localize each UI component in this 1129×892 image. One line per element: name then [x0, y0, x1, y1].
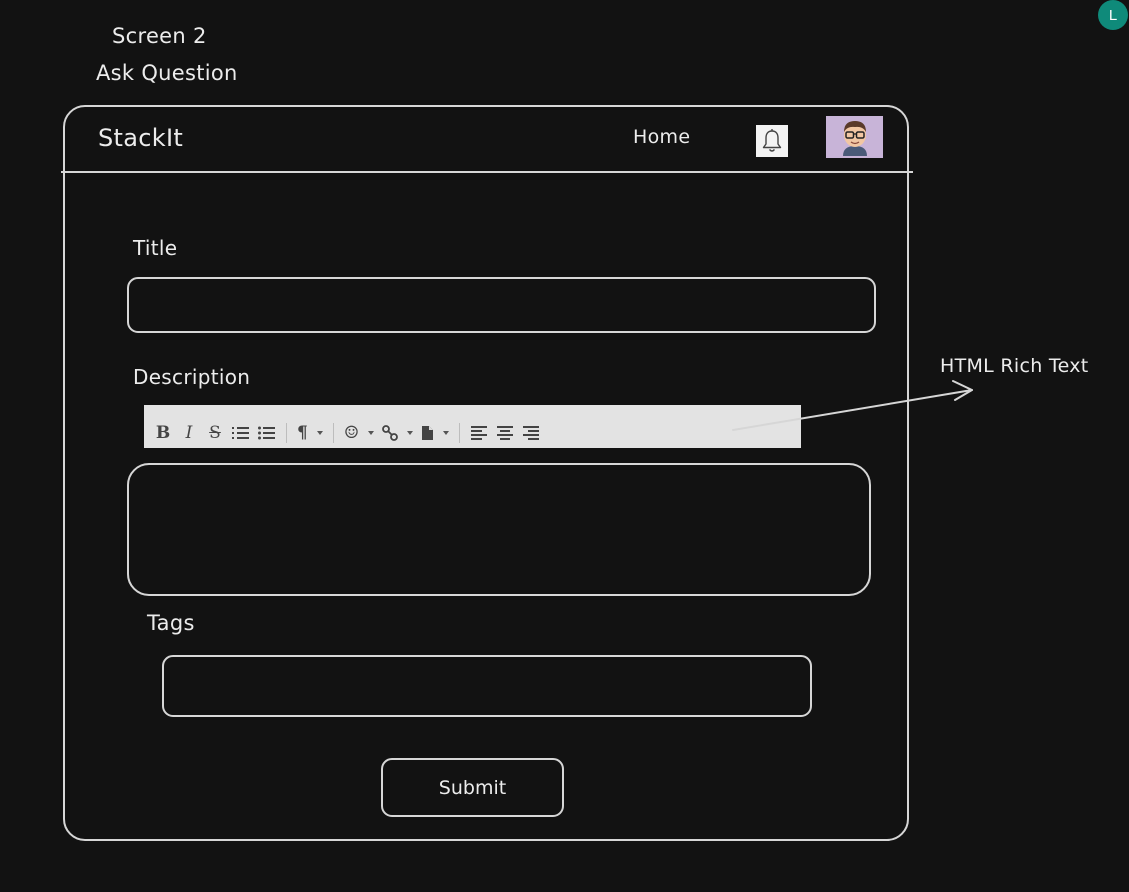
title-input[interactable]: [127, 277, 876, 333]
ordered-list-button[interactable]: [228, 420, 254, 446]
screen-label: Screen 2: [112, 24, 207, 48]
tags-input[interactable]: [162, 655, 812, 717]
ordered-list-icon: [232, 426, 249, 439]
italic-button[interactable]: I: [176, 420, 202, 446]
rich-text-toolbar: B I S ¶ ☺: [144, 405, 801, 448]
avatar-icon: [842, 121, 867, 156]
notification-button[interactable]: [756, 125, 788, 157]
bell-icon: [762, 129, 782, 152]
nav-home-link[interactable]: Home: [633, 126, 690, 148]
bullet-list-button[interactable]: [254, 420, 280, 446]
description-editor[interactable]: [127, 463, 871, 596]
align-right-icon: [522, 425, 539, 440]
tags-label: Tags: [147, 611, 195, 635]
whiteboard-canvas: Screen 2 Ask Question L StackIt Home Tit…: [0, 0, 1129, 892]
bold-button[interactable]: B: [150, 420, 176, 446]
insert-file-button[interactable]: [417, 420, 453, 446]
bullet-list-icon: [258, 426, 275, 439]
insert-link-button[interactable]: [378, 420, 417, 446]
collaborator-avatar[interactable]: L: [1098, 0, 1128, 30]
toolbar-separator: [332, 422, 334, 443]
brand-logo[interactable]: StackIt: [98, 124, 183, 152]
align-center-icon: [496, 425, 513, 440]
description-label: Description: [133, 365, 251, 389]
paragraph-format-button[interactable]: ¶: [293, 420, 327, 446]
align-center-button[interactable]: [492, 420, 518, 446]
emoji-button[interactable]: ☺: [340, 420, 378, 446]
align-left-icon: [470, 425, 487, 440]
toolbar-separator: [286, 422, 287, 443]
file-icon: [422, 425, 434, 440]
align-left-button[interactable]: [466, 420, 492, 446]
strikethrough-button[interactable]: S: [202, 420, 228, 446]
annotation-text: HTML Rich Text: [940, 355, 1089, 377]
title-label: Title: [133, 236, 178, 260]
submit-button[interactable]: Submit: [381, 758, 564, 817]
screen-title: Ask Question: [96, 61, 238, 85]
align-right-button[interactable]: [518, 420, 544, 446]
profile-button[interactable]: [826, 116, 883, 158]
link-icon: [382, 424, 398, 441]
toolbar-separator: [459, 422, 461, 443]
navbar-divider: [61, 171, 913, 173]
